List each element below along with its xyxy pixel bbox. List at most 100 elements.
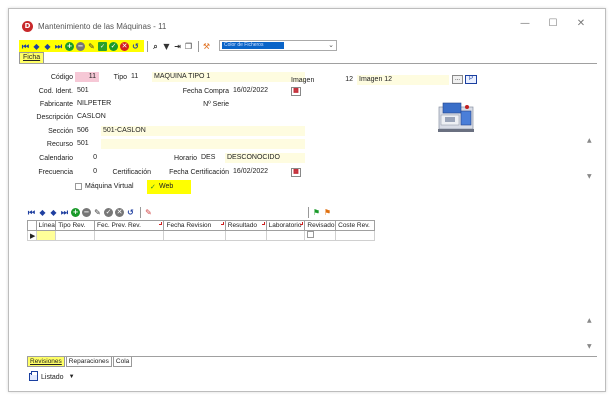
fabricante-field[interactable]: NILPETER <box>75 99 167 109</box>
fechacompra-label: Fecha Compra <box>182 88 229 95</box>
imagen-description: Imagen 12 <box>357 75 449 85</box>
cancel-icon[interactable]: ✕ <box>120 41 129 51</box>
codigo-field[interactable]: 11 <box>75 72 99 82</box>
preview-button[interactable]: P <box>465 75 477 84</box>
edit-row-icon[interactable]: ✎ <box>93 208 102 217</box>
refresh-icon[interactable]: ↺ <box>131 42 140 51</box>
frecuencia-label: Frecuencia <box>38 169 73 176</box>
minimize-button[interactable]: — <box>511 18 539 29</box>
table-cell[interactable] <box>224 230 267 241</box>
tab-cola[interactable]: Cola <box>112 357 133 367</box>
column-header[interactable]: Coste Rev. <box>335 220 375 231</box>
table-row[interactable]: ▶ <box>27 230 375 241</box>
listado-button[interactable]: Listado ▼ <box>29 371 75 383</box>
column-header[interactable]: Laboratorio <box>265 220 306 231</box>
browse-button[interactable]: ... <box>452 75 463 84</box>
close-button[interactable]: ✕ <box>567 18 595 29</box>
horario-field[interactable]: DES <box>199 153 223 163</box>
column-header[interactable]: Revisado <box>304 220 337 231</box>
fechacert-field[interactable]: 16/02/2022 <box>231 167 289 177</box>
window-title: Mantenimiento de las Máquinas - 11 <box>38 22 167 31</box>
grid-scrollbar[interactable]: ▲ ▼ <box>587 317 596 353</box>
scroll-up-icon[interactable]: ▲ <box>587 317 592 324</box>
orange-flag-icon[interactable]: ⚑ <box>323 208 332 217</box>
window-controls: — ☐ ✕ <box>511 18 595 29</box>
calendar-icon[interactable]: ▦ <box>291 87 301 96</box>
form-scrollbar[interactable]: ▲ ▼ <box>587 137 596 183</box>
table-cell[interactable] <box>265 230 306 241</box>
add-row-icon[interactable]: + <box>71 207 80 217</box>
refresh-rows-icon[interactable]: ↺ <box>126 208 135 217</box>
confirm-icon[interactable]: ✓ <box>109 41 118 51</box>
cancel-row-icon[interactable]: ✕ <box>115 207 124 217</box>
fechacert-label: Fecha Certificación <box>169 169 229 176</box>
scroll-down-icon[interactable]: ▼ <box>587 173 592 180</box>
column-header[interactable]: Fecha Revision <box>163 220 226 231</box>
table-cell[interactable] <box>335 230 375 241</box>
column-header[interactable]: Tipo Rev. <box>55 220 96 231</box>
delete-record-icon[interactable]: − <box>76 41 85 51</box>
color-combo-value: Color de Ficheros <box>222 42 284 49</box>
calendario-label: Calendario <box>39 155 73 162</box>
bottom-tabs: Revisiones Reparaciones Cola <box>27 357 133 367</box>
recurso-field[interactable]: 501 <box>75 139 99 149</box>
tab-ficha[interactable]: Ficha <box>19 52 45 63</box>
descripcion-field[interactable]: CASLON <box>75 112 305 122</box>
save-record-icon[interactable]: ✓ <box>98 41 107 51</box>
calendar-icon[interactable]: ▦ <box>291 168 301 177</box>
maquina-virtual-label: Máquina Virtual <box>85 183 134 190</box>
scroll-down-icon[interactable]: ▼ <box>587 343 592 350</box>
machine-image <box>438 102 474 132</box>
revisado-checkbox[interactable] <box>307 231 315 238</box>
grid-toolbar: ⏮ ◆ ◆ ⏭ + − ✎ ✓ ✕ ↺ ✎ ⚑ ⚑ <box>27 206 334 218</box>
filter-icon[interactable]: ▼ <box>162 42 171 51</box>
maquina-virtual-checkbox[interactable] <box>75 183 82 190</box>
column-header[interactable]: Línea <box>35 220 57 231</box>
revisions-table: Línea Tipo Rev. Fec. Prev. Rev. Fecha Re… <box>27 220 375 241</box>
web-checkbox[interactable]: ✓ <box>150 183 156 191</box>
edit-grid-icon[interactable]: ✎ <box>144 208 153 217</box>
search-icon[interactable]: ⌕ <box>151 42 160 51</box>
edit-record-icon[interactable]: ✎ <box>87 42 96 51</box>
table-cell[interactable] <box>55 230 96 241</box>
scroll-up-icon[interactable]: ▲ <box>587 137 592 144</box>
tab-reparaciones[interactable]: Reparaciones <box>65 357 112 367</box>
column-header[interactable]: Resultado <box>224 220 267 231</box>
export-icon[interactable]: ⇥ <box>173 42 182 51</box>
copy-icon[interactable]: ❐ <box>184 42 193 51</box>
previous-record-icon[interactable]: ◆ <box>32 42 41 51</box>
column-header[interactable]: Fec. Prev. Rev. <box>94 220 165 231</box>
table-cell[interactable] <box>163 230 226 241</box>
frecuencia-field[interactable]: 0 <box>75 167 99 177</box>
table-cell[interactable] <box>304 230 337 241</box>
record-toolbar: ⏮ ◆ ◆ ⏭ + − ✎ ✓ ✓ ✕ ↺ <box>19 40 144 52</box>
last-record-icon[interactable]: ⏭ <box>54 42 63 51</box>
green-flag-icon[interactable]: ⚑ <box>312 208 321 217</box>
last-row-icon[interactable]: ⏭ <box>60 208 69 217</box>
tipo-field[interactable]: 11 <box>129 72 149 82</box>
delete-row-icon[interactable]: − <box>82 207 91 217</box>
calendario-field[interactable]: 0 <box>75 153 99 163</box>
tools-icon[interactable]: ⚒ <box>202 42 211 51</box>
table-cell[interactable] <box>94 230 165 241</box>
first-record-icon[interactable]: ⏮ <box>21 42 30 51</box>
color-combo[interactable]: Color de Ficheros ⌄ <box>219 40 337 51</box>
tab-revisiones[interactable]: Revisiones <box>27 357 65 367</box>
nserie-field[interactable] <box>231 99 305 109</box>
previous-row-icon[interactable]: ◆ <box>38 208 47 217</box>
main-window: D Mantenimiento de las Máquinas - 11 — ☐… <box>8 8 606 392</box>
tipo-description: MAQUINA TIPO 1 <box>152 72 305 82</box>
add-record-icon[interactable]: + <box>65 41 74 51</box>
codident-label: Cod. Ident. <box>38 88 73 95</box>
codident-field[interactable]: 501 <box>75 86 167 96</box>
table-cell[interactable] <box>35 230 57 241</box>
next-record-icon[interactable]: ◆ <box>43 42 52 51</box>
imagen-field[interactable]: 12 <box>335 75 355 85</box>
seccion-field[interactable]: 506 <box>75 126 99 136</box>
title-bar: D Mantenimiento de las Máquinas - 11 — ☐… <box>9 9 605 39</box>
first-row-icon[interactable]: ⏮ <box>27 208 36 217</box>
next-row-icon[interactable]: ◆ <box>49 208 58 217</box>
maximize-button[interactable]: ☐ <box>539 18 567 29</box>
fechacompra-field[interactable]: 16/02/2022 <box>231 86 289 96</box>
confirm-row-icon[interactable]: ✓ <box>104 207 113 217</box>
